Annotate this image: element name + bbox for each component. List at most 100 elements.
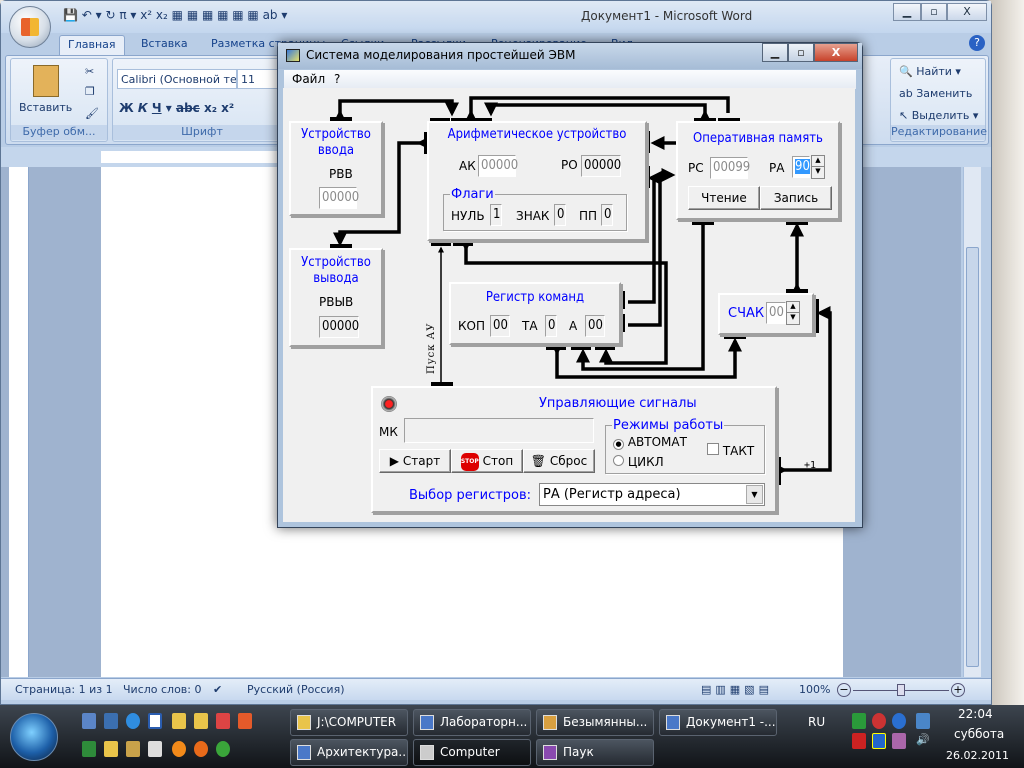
register-select-value: РА (Регистр адреса) — [543, 487, 681, 502]
taskbar-button-folder[interactable]: J:\COMPUTER — [290, 709, 408, 736]
taskbar-button-spider[interactable]: Паук — [536, 739, 654, 766]
address-spinner[interactable]: ▲ ▼ — [811, 155, 825, 179]
tray-app-icon[interactable] — [892, 733, 906, 749]
increment-label: +1 — [804, 460, 817, 471]
word-icon[interactable] — [148, 713, 162, 729]
clock-date[interactable]: 26.02.2011 — [946, 749, 1009, 762]
output-device-panel: Устройство вывода РВЫВ 00000 — [289, 248, 383, 347]
modes-title: Режимы работы — [613, 418, 724, 433]
mk-label: МК — [379, 425, 398, 439]
start-button[interactable] — [10, 713, 58, 761]
floppy-icon[interactable] — [216, 713, 230, 729]
write-button[interactable]: Запись — [760, 186, 832, 210]
taskbar-label: Computer — [440, 745, 500, 759]
ak-label: АК — [459, 159, 476, 173]
tray-error-icon[interactable] — [872, 713, 886, 729]
sign-flag-field: 0 — [554, 204, 566, 226]
sign-flag-label: ЗНАК — [516, 209, 550, 223]
taskbar-button-computer[interactable]: Computer — [413, 739, 531, 766]
tray-3d-icon[interactable] — [872, 733, 886, 749]
address-register-field[interactable]: 90 — [792, 156, 810, 178]
spin-down-icon[interactable]: ▼ — [812, 167, 824, 175]
taskbar-button-architecture[interactable]: Архитектура... — [290, 739, 408, 766]
app-icon[interactable] — [238, 713, 252, 729]
spin-down-icon[interactable]: ▼ — [787, 313, 799, 321]
counter-label: СЧАК — [728, 306, 765, 321]
stop-sign-icon: STOP — [460, 452, 479, 471]
spin-up-icon[interactable]: ▲ — [812, 156, 824, 167]
network-icon[interactable] — [916, 713, 930, 729]
mode-cycle-radio[interactable]: ЦИКЛ — [613, 455, 664, 469]
counter-panel: СЧАК 00 ▲ ▼ — [718, 293, 814, 335]
radio-selected-icon: ● — [613, 439, 624, 450]
address-field: 00 — [585, 315, 605, 337]
control-signals-panel: Управляющие сигналы МК ▶ Старт STOP Стоп… — [371, 386, 777, 513]
radio-unselected-icon — [613, 455, 624, 466]
address-type-field: 0 — [545, 315, 557, 337]
bus-wires — [330, 96, 832, 485]
register-select-dropdown[interactable]: РА (Регистр адреса) ▼ — [539, 483, 765, 506]
quick-launch-row-1 — [82, 713, 262, 733]
accumulator-field[interactable]: 00000 — [478, 155, 518, 177]
input-device-title-2: ввода — [317, 143, 355, 158]
wire-memory-to-alu-1 — [484, 102, 712, 124]
taskbar-button-paint[interactable]: Безымянны... — [536, 709, 654, 736]
reset-label: Сброс — [549, 454, 588, 468]
alu-panel: Арифметическое устройство АК 00000 РО 00… — [427, 121, 647, 241]
counter-spinner[interactable]: ▲ ▼ — [786, 301, 800, 325]
taskbar-label: J:\COMPUTER — [317, 715, 397, 729]
input-register-field[interactable]: 00000 — [319, 187, 359, 209]
tact-checkbox[interactable]: ТАКТ — [707, 443, 754, 458]
taskbar: J:\COMPUTER Лабораторн... Безымянны... Д… — [0, 705, 1024, 768]
system-tray-icons: 🔊 — [852, 713, 932, 763]
internet-explorer-icon[interactable] — [126, 713, 140, 729]
switch-windows-icon[interactable] — [104, 713, 118, 729]
memory-title: Оперативная память — [693, 131, 823, 146]
address-register-value: 90 — [795, 159, 810, 174]
checkbox-icon — [707, 443, 719, 455]
show-desktop-icon[interactable] — [82, 713, 96, 729]
output-device-title-2: вывода — [313, 271, 359, 286]
alu-title: Арифметическое устройство — [447, 127, 627, 142]
tray-flash-icon[interactable] — [892, 713, 906, 729]
chevron-down-icon[interactable]: ▼ — [746, 485, 763, 504]
clock-time[interactable]: 22:04 — [958, 707, 993, 721]
spin-up-icon[interactable]: ▲ — [787, 302, 799, 313]
cards-icon[interactable] — [148, 741, 162, 757]
start-button[interactable]: ▶ Старт — [379, 449, 451, 473]
media-icon[interactable] — [172, 741, 186, 757]
computer-app-icon — [420, 745, 434, 760]
tools-icon[interactable] — [126, 741, 140, 757]
memory-data-register-field[interactable]: 00099 — [710, 157, 750, 179]
excel-icon[interactable] — [82, 741, 96, 757]
clock-day[interactable]: суббота — [954, 727, 1004, 741]
stop-button[interactable]: STOP Стоп — [451, 449, 523, 473]
flags-title: Флаги — [451, 187, 494, 202]
operand-register-field: 00000 — [581, 155, 621, 177]
language-indicator[interactable]: RU — [808, 715, 825, 729]
tray-app-icon[interactable] — [852, 713, 866, 729]
command-register-panel: Регистр команд КОП 00 ТА 0 А 00 — [449, 282, 621, 345]
zero-flag-field: 1 — [490, 204, 502, 226]
a-label: А — [569, 319, 578, 333]
mode-auto-radio[interactable]: ● АВТОМАТ — [613, 435, 687, 450]
reset-button[interactable]: 🗑 Сброс — [523, 449, 595, 473]
taskbar-label: Лабораторн... — [440, 715, 528, 729]
counter-field[interactable]: 00 — [766, 302, 786, 324]
spider-solitaire-icon — [543, 745, 557, 760]
volume-icon[interactable]: 🔊 — [916, 733, 930, 749]
utorrent-icon[interactable] — [216, 741, 230, 757]
folder-icon[interactable] — [172, 713, 186, 729]
firefox-icon[interactable] — [194, 741, 208, 757]
wire-input-to-alu — [333, 99, 459, 124]
read-button[interactable]: Чтение — [688, 186, 760, 210]
memory-panel: Оперативная память РС 00099 РА 90 ▲ ▼ Чте… — [676, 121, 840, 220]
taskbar-button-lab[interactable]: Лабораторн... — [413, 709, 531, 736]
output-register-field: 00000 — [319, 316, 359, 338]
antivirus-icon[interactable] — [852, 733, 866, 749]
folder-icon[interactable] — [104, 741, 118, 757]
input-device-panel: Устройство ввода РВВ 00000 — [289, 121, 383, 216]
opcode-field: 00 — [490, 315, 510, 337]
folder-icon[interactable] — [194, 713, 208, 729]
taskbar-button-document1[interactable]: Документ1 -... — [659, 709, 777, 736]
